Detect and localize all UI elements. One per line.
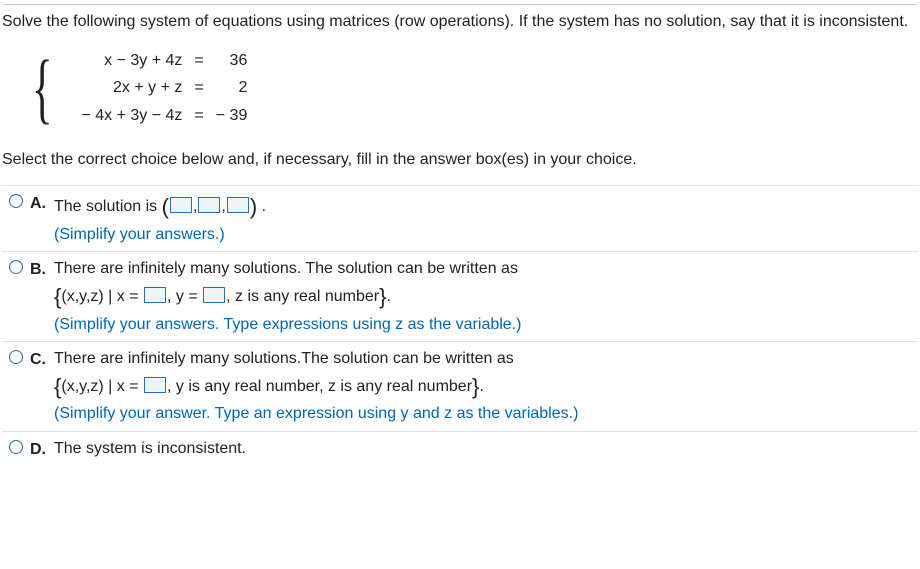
radio-c[interactable] — [9, 350, 23, 364]
eq-rhs: 36 — [210, 47, 254, 75]
choice-a-pre: The solution is — [54, 198, 162, 215]
choice-letter: D. — [30, 438, 54, 461]
choice-b-set: {(x,y,z) | x = , y = , z is any real num… — [54, 282, 918, 312]
choice-letter: C. — [30, 348, 54, 371]
eq-rhs: − 39 — [210, 102, 254, 130]
answer-box-b2[interactable] — [203, 287, 225, 303]
choice-a-text: The solution is (,,) . — [54, 198, 266, 215]
choice-instruction: Select the correct choice below and, if … — [2, 149, 918, 171]
question-prompt: Solve the following system of equations … — [2, 11, 918, 33]
radio-b[interactable] — [9, 260, 23, 274]
radio-d[interactable] — [9, 440, 23, 454]
equation-row: 2x + y + z = 2 — [75, 74, 253, 102]
choice-c-post: , y is any real number, z is any real nu… — [167, 378, 472, 395]
choice-c-period: . — [479, 378, 483, 395]
divider-top — [2, 4, 918, 5]
choice-b: B. There are infinitely many solutions. … — [2, 251, 918, 341]
choice-b-pre: (x,y,z) | x = — [61, 288, 143, 305]
choice-b-line1: There are infinitely many solutions. The… — [54, 258, 918, 280]
choice-c-pre: (x,y,z) | x = — [61, 378, 143, 395]
answer-box-a2[interactable] — [198, 197, 220, 213]
choice-a-hint: (Simplify your answers.) — [54, 224, 918, 246]
choice-c-line1: There are infinitely many solutions.The … — [54, 348, 918, 370]
eq-lhs: − 4x + 3y − 4z — [75, 102, 188, 130]
eq-equals: = — [188, 102, 209, 130]
equation-row: x − 3y + 4z = 36 — [75, 47, 253, 75]
left-paren-icon: ( — [162, 194, 169, 219]
choice-d-text: The system is inconsistent. — [54, 440, 246, 457]
choice-letter: A. — [30, 192, 54, 215]
choice-d: D. The system is inconsistent. — [2, 431, 918, 467]
equation-row: − 4x + 3y − 4z = − 39 — [75, 102, 253, 130]
choice-a-post: . — [257, 198, 266, 215]
answer-box-a3[interactable] — [227, 197, 249, 213]
choice-b-period: . — [386, 288, 390, 305]
eq-equals: = — [188, 47, 209, 75]
answer-box-c1[interactable] — [144, 377, 166, 393]
choice-c-hint: (Simplify your answer. Type an expressio… — [54, 403, 918, 425]
choice-c: C. There are infinitely many solutions.T… — [2, 341, 918, 431]
choice-letter: B. — [30, 258, 54, 281]
choice-b-post: , z is any real number — [226, 288, 379, 305]
choice-b-hint: (Simplify your answers. Type expressions… — [54, 314, 918, 336]
answer-box-a1[interactable] — [170, 197, 192, 213]
left-brace-icon: { — [32, 49, 53, 127]
eq-lhs: 2x + y + z — [75, 74, 188, 102]
eq-equals: = — [188, 74, 209, 102]
choice-a: A. The solution is (,,) . (Simplify your… — [2, 185, 918, 251]
choice-b-mid: , y = — [167, 288, 202, 305]
equation-system: { x − 3y + 4z = 36 2x + y + z = 2 − 4x +… — [32, 47, 918, 130]
equation-table: x − 3y + 4z = 36 2x + y + z = 2 − 4x + 3… — [75, 47, 253, 130]
radio-a[interactable] — [9, 194, 23, 208]
answer-box-b1[interactable] — [144, 287, 166, 303]
eq-lhs: x − 3y + 4z — [75, 47, 188, 75]
eq-rhs: 2 — [210, 74, 254, 102]
choice-c-set: {(x,y,z) | x = , y is any real number, z… — [54, 372, 918, 402]
